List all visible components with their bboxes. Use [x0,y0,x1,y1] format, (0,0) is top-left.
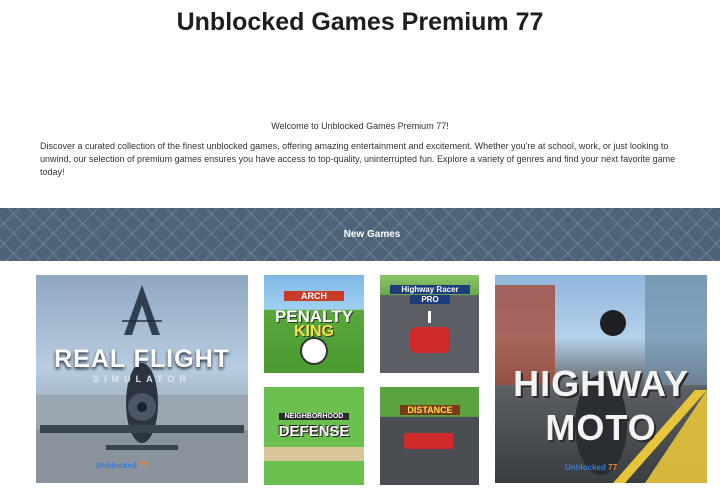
unblocked-badge: Unblocked 77 [96,461,149,470]
game-tile-real-flight[interactable]: REAL FLIGHT SIMULATOR Unblocked 77 [36,275,248,483]
game-tile-highway-racer[interactable]: Highway Racer PRO [380,275,479,373]
game-title: NEIGHBORHOOD [279,413,349,420]
game-subtitle: SIMULATOR [93,374,191,384]
game-title: DISTANCE [400,405,460,415]
car-icon [410,327,450,353]
game-title: HIGHWAY [513,363,689,404]
welcome-text: Welcome to Unblocked Games Premium 77! [271,121,449,131]
unblocked-badge: Unblocked 77 [565,463,618,472]
site-description: Discover a curated collection of the fin… [40,141,676,177]
soccer-ball-icon [300,337,328,365]
game-subtitle: MOTO [545,407,657,448]
lane-marking [428,311,431,323]
game-tile-neighborhood-defense[interactable]: NEIGHBORHOOD DEFENSE [264,387,364,485]
game-title: REAL FLIGHT [54,345,230,373]
race-car-icon [404,433,454,449]
page-title: Unblocked Games Premium 77 [176,8,544,36]
game-subtitle: PRO [410,295,450,304]
road-image [264,447,364,461]
game-subtitle: DEFENSE [278,423,350,440]
game-tile-penalty-king[interactable]: ARCH PENALTY KING [264,275,364,373]
new-games-heading: New Games [343,229,401,240]
game-top-text: ARCH [284,291,344,301]
game-tile-highway-moto[interactable]: HIGHWAY MOTO Unblocked 77 [495,275,707,483]
game-title: Highway Racer [390,285,470,294]
game-tile-distance[interactable]: DISTANCE [380,387,479,485]
